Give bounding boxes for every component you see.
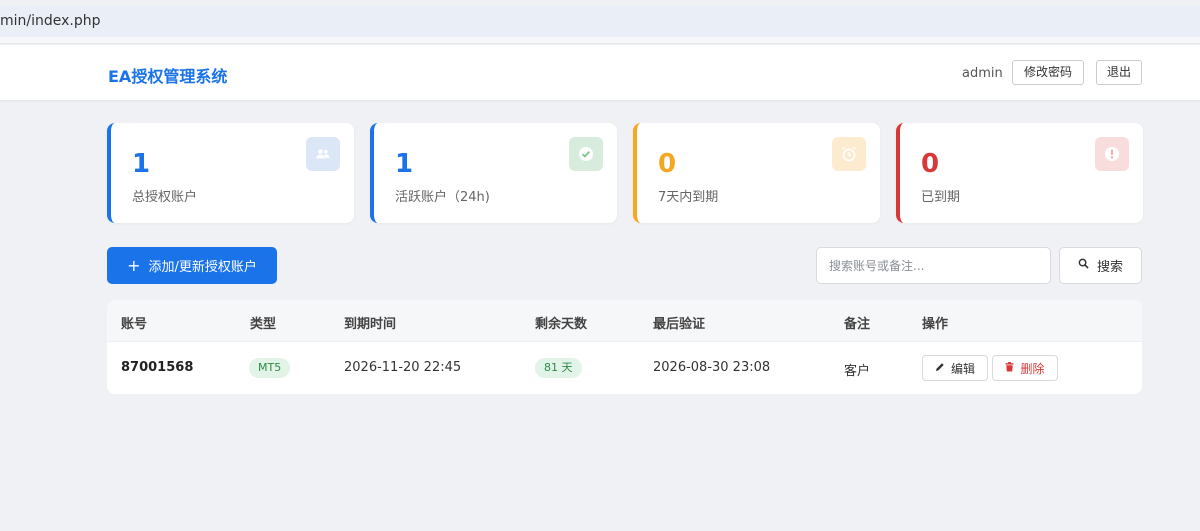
cell-note: 客户: [844, 364, 871, 379]
delete-button[interactable]: 删除: [992, 355, 1058, 381]
add-account-button[interactable]: + 添加/更新授权账户: [107, 247, 277, 284]
search-button-label: 搜索: [1096, 260, 1123, 275]
stat-card-expired: 0 已到期: [896, 123, 1143, 223]
edit-label: 编辑: [950, 361, 975, 376]
table-header: 账号 类型 到期时间 剩余天数 最后验证 备注 操作: [107, 300, 1142, 342]
th-actions: 操作: [922, 317, 949, 332]
app-header: EA授权管理系统 admin 修改密码 退出: [0, 45, 1200, 100]
accounts-table: 账号 类型 到期时间 剩余天数 最后验证 备注 操作 87001568 MT5 …: [107, 300, 1142, 394]
change-password-button[interactable]: 修改密码: [1012, 60, 1084, 85]
pencil-icon: [935, 361, 945, 375]
th-days-left: 剩余天数: [535, 317, 588, 332]
logout-button[interactable]: 退出: [1096, 60, 1142, 85]
users-icon: [306, 137, 340, 171]
days-left-badge: 81 天: [535, 358, 582, 378]
url-text: min/index.php: [0, 13, 101, 29]
add-account-label: 添加/更新授权账户: [148, 260, 257, 275]
search-button[interactable]: 搜索: [1059, 247, 1142, 284]
th-type: 类型: [250, 317, 277, 332]
stat-card-active: 1 活跃账户（24h): [370, 123, 617, 223]
alert-circle-icon: [1095, 137, 1129, 171]
th-account: 账号: [121, 317, 148, 332]
th-last-verified: 最后验证: [653, 317, 706, 332]
stat-label: 总授权账户: [132, 190, 198, 205]
edit-button[interactable]: 编辑: [922, 355, 988, 381]
th-expiry: 到期时间: [344, 317, 397, 332]
plus-icon: +: [127, 255, 141, 275]
type-badge: MT5: [249, 358, 291, 378]
stat-value: 0: [921, 149, 940, 179]
stat-card-total: 1 总授权账户: [107, 123, 354, 223]
cell-expiry: 2026-11-20 22:45: [344, 360, 462, 375]
alarm-clock-icon: [832, 137, 866, 171]
delete-label: 删除: [1020, 361, 1045, 376]
search-input[interactable]: [816, 247, 1051, 284]
current-user: admin: [962, 66, 1003, 81]
cell-account: 87001568: [121, 360, 194, 375]
stat-label: 7天内到期: [658, 190, 719, 205]
cell-last-verified: 2026-08-30 23:08: [653, 360, 771, 375]
table-row: 87001568 MT5 2026-11-20 22:45 81 天 2026-…: [107, 343, 1142, 394]
th-note: 备注: [844, 317, 871, 332]
stat-value: 1: [132, 149, 151, 179]
stat-value: 0: [658, 149, 677, 179]
stat-label: 活跃账户（24h): [395, 190, 490, 205]
stat-card-expiring: 0 7天内到期: [633, 123, 880, 223]
browser-address-bar[interactable]: min/index.php: [0, 6, 1200, 37]
search-icon: [1078, 258, 1089, 273]
page-top-gap: [0, 37, 1200, 44]
app-title: EA授权管理系统: [108, 67, 228, 86]
stat-label: 已到期: [921, 190, 961, 205]
check-circle-icon: [569, 137, 603, 171]
trash-icon: [1005, 361, 1014, 375]
stat-value: 1: [395, 149, 414, 179]
